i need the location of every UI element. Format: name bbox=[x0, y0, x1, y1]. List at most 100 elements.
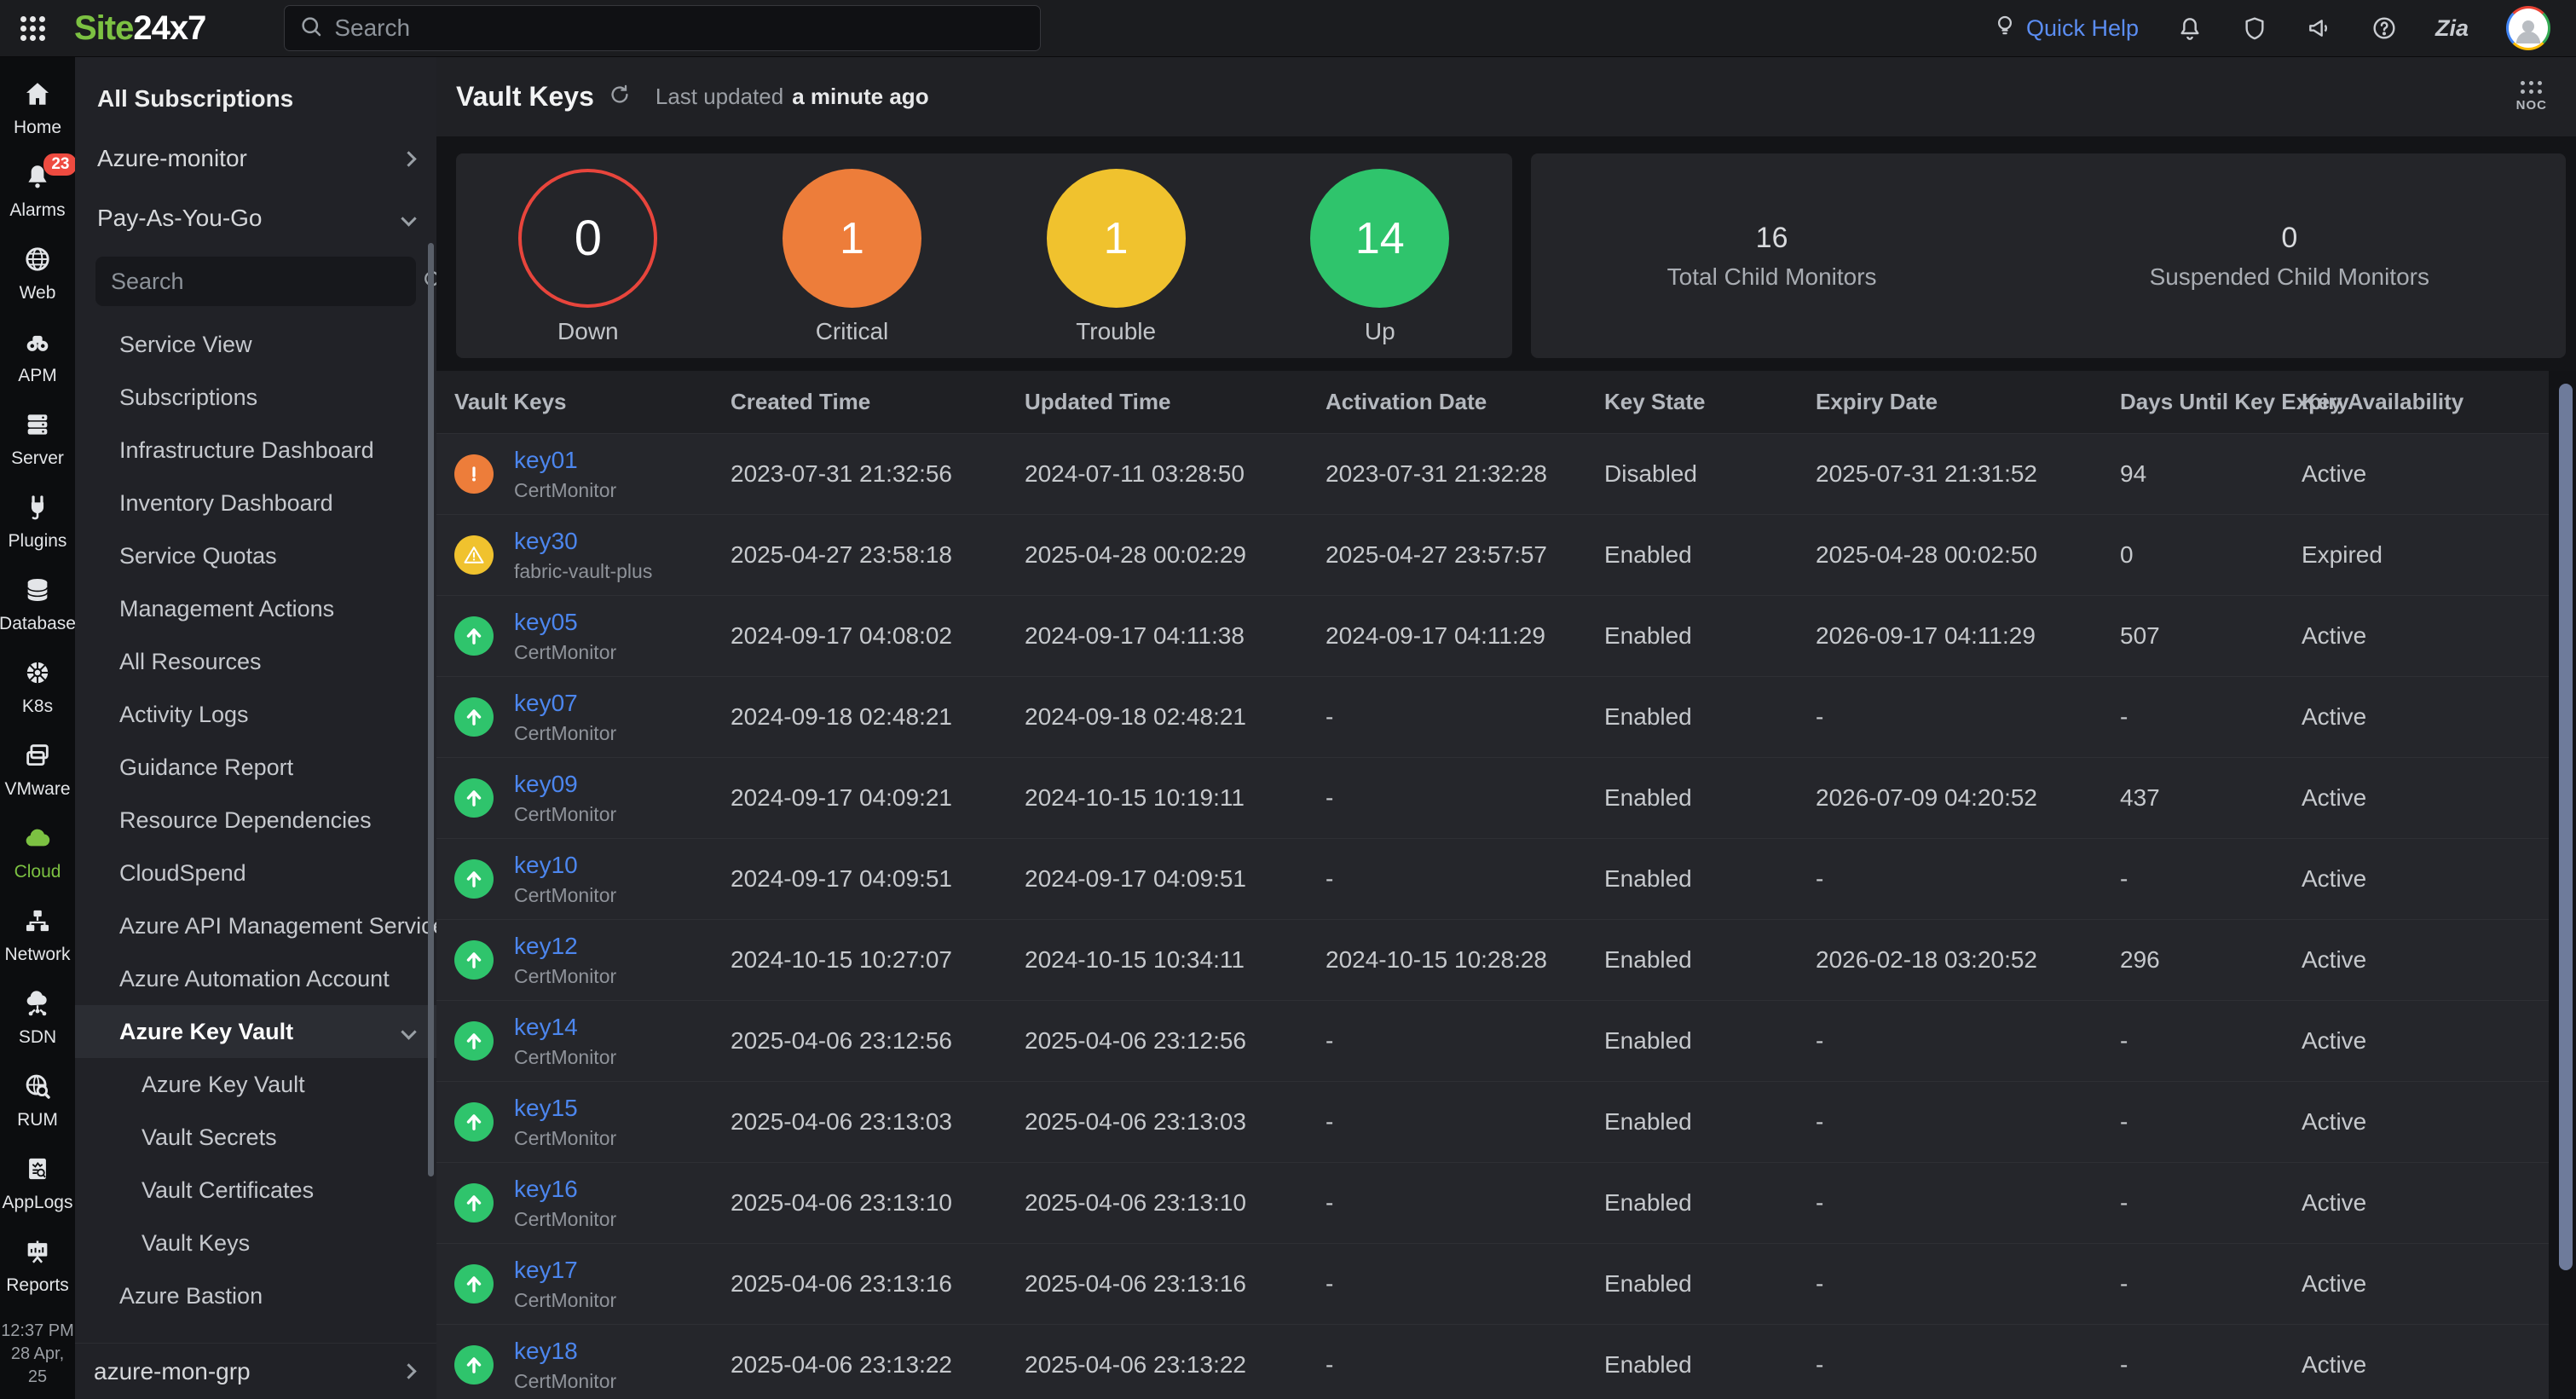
activation-date: - bbox=[1326, 1270, 1604, 1298]
noc-view-button[interactable]: NOC bbox=[2516, 81, 2547, 113]
column-header-activation-date[interactable]: Activation Date bbox=[1326, 389, 1604, 415]
sidebar-item-subscriptions[interactable]: Subscriptions bbox=[75, 371, 436, 424]
vault-key-link[interactable]: key12 bbox=[514, 933, 616, 960]
updated-time: 2025-04-06 23:13:16 bbox=[1025, 1270, 1326, 1298]
sidebar-item-service-view[interactable]: Service View bbox=[75, 318, 436, 371]
rail-item-vmware[interactable]: VMware bbox=[4, 741, 70, 800]
search-input[interactable] bbox=[334, 14, 1026, 42]
sidebar-item-inventory-dashboard[interactable]: Inventory Dashboard bbox=[75, 477, 436, 529]
sidebar-item-azure-key-vault[interactable]: Azure Key Vault bbox=[75, 1005, 436, 1058]
vault-key-link[interactable]: key09 bbox=[514, 771, 616, 798]
key-state: Enabled bbox=[1604, 1351, 1816, 1379]
user-avatar[interactable] bbox=[2506, 6, 2550, 50]
sidebar-item-all-resources[interactable]: All Resources bbox=[75, 635, 436, 688]
column-header-key-state[interactable]: Key State bbox=[1604, 389, 1816, 415]
sidebar-item-activity-logs[interactable]: Activity Logs bbox=[75, 688, 436, 741]
vault-key-link[interactable]: key10 bbox=[514, 852, 616, 879]
rail-item-cloud[interactable]: Cloud bbox=[14, 824, 61, 882]
shield-icon[interactable] bbox=[2241, 14, 2268, 42]
rail-item-k8s[interactable]: K8s bbox=[22, 658, 53, 717]
sidebar-menu: Service ViewSubscriptionsInfrastructure … bbox=[75, 318, 436, 1343]
vault-key-link[interactable]: key05 bbox=[514, 609, 616, 636]
rail-item-sdn[interactable]: SDN bbox=[19, 989, 56, 1048]
global-search[interactable] bbox=[284, 5, 1041, 51]
expiry-date: - bbox=[1816, 703, 2120, 731]
rail-item-home[interactable]: Home bbox=[14, 79, 61, 138]
column-header-key-availability[interactable]: Key Availability bbox=[2302, 389, 2549, 415]
sidebar-item-azure-monitor[interactable]: Azure-monitor bbox=[75, 129, 436, 188]
vault-key-link[interactable]: key15 bbox=[514, 1095, 616, 1122]
stat-label: Suspended Child Monitors bbox=[2150, 263, 2429, 291]
column-header-vault-keys[interactable]: Vault Keys bbox=[454, 389, 731, 415]
table-row: key09CertMonitor2024-09-17 04:09:212024-… bbox=[436, 758, 2549, 839]
sidebar-item-label: Azure API Management Service bbox=[119, 913, 436, 939]
quick-help-button[interactable]: Quick Help bbox=[1992, 13, 2139, 44]
child-monitor-stat: 16Total Child Monitors bbox=[1667, 222, 1877, 291]
server-icon bbox=[23, 410, 52, 443]
site24x7-logo[interactable]: Site24x7 bbox=[74, 9, 205, 48]
sidebar-item-infrastructure-dashboard[interactable]: Infrastructure Dashboard bbox=[75, 424, 436, 477]
sidebar-item-azure-bastion[interactable]: Azure Bastion bbox=[75, 1269, 436, 1322]
vault-key-link[interactable]: key30 bbox=[514, 528, 652, 555]
zia-icon[interactable]: Zia bbox=[2435, 15, 2469, 42]
created-time: 2024-09-17 04:09:51 bbox=[731, 865, 1025, 893]
sidebar-search-input[interactable] bbox=[111, 269, 413, 295]
rail-item-applogs[interactable]: AppLogs bbox=[3, 1154, 73, 1213]
status-up-icon bbox=[454, 859, 494, 899]
sidebar-item-vault-keys[interactable]: Vault Keys bbox=[75, 1217, 436, 1269]
apps-grid-icon[interactable] bbox=[20, 16, 45, 41]
rail-item-plugins[interactable]: Plugins bbox=[9, 493, 67, 552]
main-scrollbar[interactable] bbox=[2559, 384, 2573, 1270]
sidebar-item-azure-api-management-service[interactable]: Azure API Management Service bbox=[75, 899, 436, 952]
monitor-type: CertMonitor bbox=[514, 1046, 616, 1069]
sidebar-item-label: Vault Secrets bbox=[142, 1124, 277, 1151]
sidebar-item-azure-mon-grp[interactable]: azure-mon-grp bbox=[75, 1343, 436, 1399]
created-time: 2024-09-17 04:08:02 bbox=[731, 622, 1025, 650]
rail-item-reports[interactable]: Reports bbox=[6, 1237, 69, 1296]
refresh-icon[interactable] bbox=[608, 83, 632, 111]
rail-item-apm[interactable]: APM bbox=[18, 327, 57, 386]
sidebar-item-azure-key-vault[interactable]: Azure Key Vault bbox=[75, 1058, 436, 1111]
sidebar-search[interactable] bbox=[95, 257, 416, 306]
clock: 12:37 PM28 Apr, 25 bbox=[0, 1320, 75, 1399]
column-header-updated-time[interactable]: Updated Time bbox=[1025, 389, 1326, 415]
help-icon[interactable] bbox=[2371, 14, 2398, 42]
sidebar-item-vault-certificates[interactable]: Vault Certificates bbox=[75, 1164, 436, 1217]
sidebar-item-guidance-report[interactable]: Guidance Report bbox=[75, 741, 436, 794]
rail-item-database[interactable]: Database bbox=[0, 575, 76, 634]
megaphone-icon[interactable] bbox=[2306, 14, 2333, 42]
key-availability: Active bbox=[2302, 460, 2549, 488]
bell-icon[interactable] bbox=[2176, 14, 2203, 42]
column-header-created-time[interactable]: Created Time bbox=[731, 389, 1025, 415]
sidebar-item-service-quotas[interactable]: Service Quotas bbox=[75, 529, 436, 582]
rail-item-rum[interactable]: RUM bbox=[17, 1072, 58, 1130]
status-circle-trouble[interactable]: 1Trouble bbox=[1047, 169, 1186, 345]
status-circle-up[interactable]: 14Up bbox=[1310, 169, 1449, 345]
sidebar-item-resource-dependencies[interactable]: Resource Dependencies bbox=[75, 794, 436, 847]
sidebar-item-pay-as-you-go[interactable]: Pay-As-You-Go bbox=[75, 188, 436, 248]
sidebar-item-management-actions[interactable]: Management Actions bbox=[75, 582, 436, 635]
rail-item-server[interactable]: Server bbox=[11, 410, 64, 469]
sidebar-item-all-subscriptions[interactable]: All Subscriptions bbox=[75, 69, 436, 129]
rail-item-network[interactable]: Network bbox=[4, 906, 70, 965]
status-circle-critical[interactable]: 1Critical bbox=[783, 169, 921, 345]
rail-item-alarms[interactable]: 23Alarms bbox=[9, 162, 65, 221]
key-availability: Active bbox=[2302, 1108, 2549, 1136]
sidebar-scrollbar[interactable] bbox=[428, 243, 434, 1176]
column-header-days-until-key-expiry[interactable]: Days Until Key Expiry bbox=[2120, 389, 2302, 415]
rail-item-web[interactable]: Web bbox=[20, 245, 56, 304]
table-row: key14CertMonitor2025-04-06 23:12:562025-… bbox=[436, 1001, 2549, 1082]
sidebar-item-vault-secrets[interactable]: Vault Secrets bbox=[75, 1111, 436, 1164]
monitor-type: CertMonitor bbox=[514, 1370, 616, 1393]
vault-key-link[interactable]: key17 bbox=[514, 1257, 616, 1284]
sidebar-item-cloudspend[interactable]: CloudSpend bbox=[75, 847, 436, 899]
status-up-icon bbox=[454, 1102, 494, 1142]
vault-key-link[interactable]: key16 bbox=[514, 1176, 616, 1203]
vault-key-link[interactable]: key18 bbox=[514, 1338, 616, 1365]
vault-key-link[interactable]: key14 bbox=[514, 1014, 616, 1041]
status-circle-down[interactable]: 0Down bbox=[518, 169, 657, 345]
sidebar-item-azure-automation-account[interactable]: Azure Automation Account bbox=[75, 952, 436, 1005]
vault-key-link[interactable]: key01 bbox=[514, 447, 616, 474]
vault-key-link[interactable]: key07 bbox=[514, 690, 616, 717]
column-header-expiry-date[interactable]: Expiry Date bbox=[1816, 389, 2120, 415]
